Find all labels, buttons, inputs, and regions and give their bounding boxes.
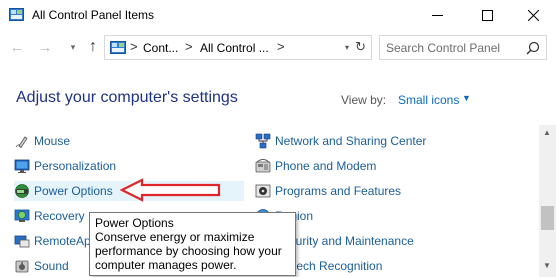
forward-arrow-icon: →: [37, 38, 53, 56]
cp-item-speech-recognition[interactable]: Speech Recognition: [255, 256, 535, 276]
refresh-icon[interactable]: ↻: [355, 39, 366, 55]
page-title: Adjust your computer's settings: [16, 89, 238, 106]
chevron-down-icon[interactable]: ▼: [462, 93, 471, 103]
address-bar[interactable]: > Cont... > All Control ... > ▾ ↻: [104, 35, 372, 60]
minimize-button[interactable]: [414, 0, 460, 30]
mouse-icon: [15, 136, 28, 149]
cp-item-label: RemoteApp: [34, 234, 98, 248]
breadcrumb-separator: >: [130, 39, 138, 54]
power-options-icon: [15, 184, 29, 198]
scrollbar-thumb[interactable]: [541, 206, 554, 230]
navigation-bar: ← → ▾ ↑ > Cont... > All Control ... > ▾ …: [0, 33, 556, 61]
cp-item-label: Power Options: [34, 184, 113, 198]
cp-item-network-sharing[interactable]: Network and Sharing Center: [255, 131, 535, 151]
cp-item-label: Recovery: [34, 209, 85, 223]
breadcrumb-separator: >: [185, 39, 193, 54]
annotation-arrow-icon: [120, 178, 221, 202]
breadcrumb-separator[interactable]: >: [277, 39, 285, 54]
back-button[interactable]: ←: [8, 36, 26, 58]
recent-locations-button[interactable]: ▾: [64, 36, 82, 58]
address-dropdown-icon[interactable]: ▾: [345, 43, 349, 52]
scroll-up-icon[interactable]: ▲: [543, 128, 551, 137]
forward-button[interactable]: →: [36, 36, 54, 58]
network-icon: [255, 133, 271, 149]
close-button[interactable]: [510, 0, 556, 30]
close-icon: [527, 9, 539, 21]
phone-icon: [255, 159, 271, 173]
search-icon[interactable]: [526, 41, 540, 55]
breadcrumb-control-panel[interactable]: Cont...: [143, 41, 178, 55]
search-input[interactable]: [386, 40, 516, 56]
cp-item-label: Personalization: [34, 159, 117, 173]
up-button[interactable]: ↑: [84, 36, 102, 58]
maximize-icon: [481, 9, 493, 21]
cp-item-label: Network and Sharing Center: [275, 134, 427, 148]
view-by-label: View by:: [341, 93, 387, 107]
cp-item-programs-features[interactable]: Programs and Features: [255, 181, 535, 201]
cp-item-region[interactable]: Region: [255, 206, 535, 226]
chevron-down-icon: ▾: [70, 41, 76, 52]
up-arrow-icon: ↑: [89, 38, 97, 55]
breadcrumb-all-items[interactable]: All Control ...: [200, 41, 269, 55]
remoteapp-icon: [14, 235, 30, 248]
window-title: All Control Panel Items: [32, 8, 155, 22]
cp-item-phone-modem[interactable]: Phone and Modem: [255, 156, 535, 176]
tooltip-body: Conserve energy or maximize performance …: [95, 230, 282, 272]
cp-item-mouse[interactable]: Mouse: [14, 131, 244, 151]
title-bar: All Control Panel Items: [0, 0, 556, 30]
control-panel-icon: [110, 41, 126, 54]
tooltip: Power Options Conserve energy or maximiz…: [89, 212, 296, 276]
tooltip-title: Power Options: [95, 216, 174, 230]
minimize-icon: [431, 14, 443, 16]
cp-item-label: Sound: [34, 259, 69, 273]
back-arrow-icon: ←: [9, 38, 25, 56]
control-panel-icon: [9, 8, 24, 21]
cp-item-security-maintenance[interactable]: Security and Maintenance: [255, 231, 535, 251]
vertical-scrollbar[interactable]: [539, 125, 556, 277]
search-box[interactable]: [379, 35, 547, 60]
scroll-down-icon[interactable]: ▼: [543, 261, 551, 270]
sound-icon: [15, 260, 29, 273]
personalization-icon: [14, 159, 30, 173]
programs-icon: [255, 184, 271, 198]
cp-item-label: Mouse: [34, 134, 71, 148]
recovery-icon: [14, 209, 30, 222]
cp-item-personalization[interactable]: Personalization: [14, 156, 244, 176]
maximize-button[interactable]: [464, 0, 510, 30]
view-by-dropdown[interactable]: Small icons: [398, 93, 459, 107]
cp-item-label: Programs and Features: [275, 184, 402, 198]
cp-item-label: Phone and Modem: [275, 159, 377, 173]
